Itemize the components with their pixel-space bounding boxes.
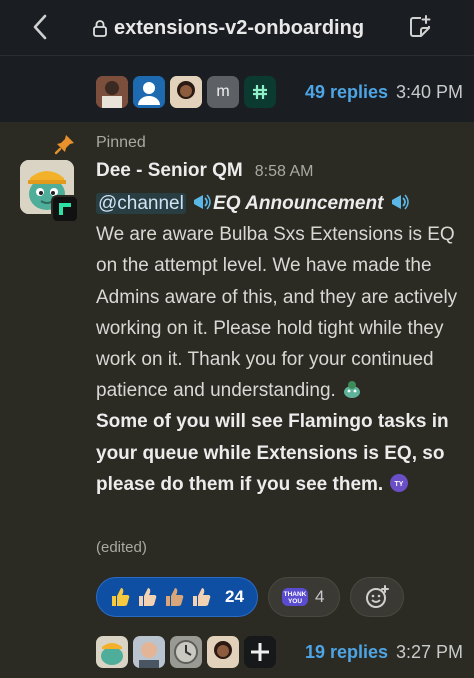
reaction-count: 4 (315, 587, 325, 606)
add-emoji-icon (366, 585, 389, 608)
reactions-bar: 24 THANK YOU 4 (96, 577, 404, 617)
svg-text:TY: TY (395, 481, 404, 488)
compose-button[interactable] (404, 12, 436, 42)
pin-icon (54, 135, 74, 155)
thread-summary-top[interactable]: m 49 replies 3:40 PM (0, 56, 474, 122)
app-logo-icon (59, 203, 71, 215)
loudspeaker-icon (194, 194, 211, 210)
avatar-photo-3 (133, 636, 165, 668)
author-name[interactable]: Dee - Senior QM (96, 160, 243, 182)
avatar-letter-m: m (207, 76, 239, 108)
channel-title[interactable]: extensions-v2-onboarding (92, 13, 364, 43)
thread-summary-bottom[interactable]: 19 replies 3:27 PM (0, 630, 474, 678)
message-body: @channel EQ Announcement We are aware Bu… (96, 188, 460, 500)
avatar-photo-1 (96, 76, 128, 108)
replies-link[interactable]: 49 replies (305, 82, 388, 103)
replies-link[interactable]: 19 replies (305, 642, 388, 663)
reply-avatars (96, 636, 276, 668)
reaction-count: 24 (225, 587, 244, 606)
lock-icon (93, 20, 107, 37)
announcement-title: EQ Announcement (213, 193, 384, 214)
compose-icon (410, 15, 431, 37)
pinned-message: Pinned Dee - Senior QM 8:58 AM @channel … (0, 122, 474, 678)
chevron-left-icon (33, 14, 47, 40)
pin-indicator (54, 132, 76, 156)
add-reaction-button[interactable] (350, 577, 404, 617)
avatar-photo-4 (207, 636, 239, 668)
back-button[interactable] (26, 12, 54, 42)
edited-label: (edited) (96, 539, 147, 556)
avatar-dark (244, 636, 276, 668)
message-text: We are aware Bulba Sxs Extensions is EQ … (96, 224, 458, 402)
channel-name: extensions-v2-onboarding (114, 16, 365, 39)
replies-time: 3:27 PM (396, 642, 464, 662)
message-meta: Dee - Senior QM 8:58 AM (96, 160, 313, 182)
thank-you-icon: THANK YOU (282, 588, 308, 606)
svg-text:YOU: YOU (288, 598, 302, 605)
avatar-photo-2 (170, 76, 202, 108)
thank-you-emoji-icon: TY (390, 473, 409, 492)
app-badge (51, 195, 79, 223)
channel-header: extensions-v2-onboarding (0, 0, 474, 56)
reaction-thumbs-up[interactable]: 24 (96, 577, 258, 617)
channel-mention[interactable]: @channel (96, 193, 186, 214)
thumbs-up-multi-skin-icon (112, 588, 211, 606)
bulbasaur-emoji-icon (344, 381, 361, 399)
avatar-hash (244, 76, 276, 108)
reply-avatars: m (96, 76, 276, 108)
loudspeaker-icon (391, 194, 409, 210)
message-time: 8:58 AM (254, 163, 314, 180)
avatar-clock (170, 636, 202, 668)
svg-text:THANK: THANK (284, 591, 307, 598)
replies-time: 3:40 PM (396, 82, 464, 102)
reaction-thank-you[interactable]: THANK YOU 4 (268, 577, 340, 617)
avatar-default (133, 76, 165, 108)
pinned-label: Pinned (96, 134, 146, 151)
avatar-bulbasaur (96, 636, 128, 668)
